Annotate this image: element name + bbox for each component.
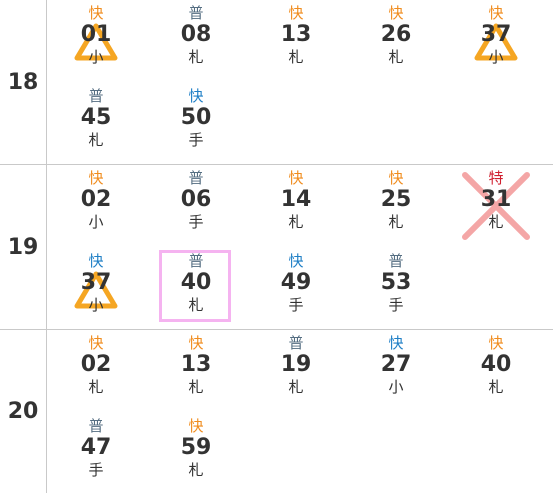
hour-label: 18 — [0, 0, 47, 164]
departure-minute: 31 — [480, 187, 512, 212]
train-cell[interactable]: 快 25 札 — [346, 165, 446, 247]
departure-minute: 01 — [80, 22, 112, 47]
train-type-label: 快 — [288, 169, 304, 187]
train-cell[interactable]: 快 49 手 — [246, 248, 346, 330]
departure-minute: 06 — [180, 187, 212, 212]
departure-minute: 13 — [180, 352, 212, 377]
destination-label: 札 — [388, 213, 404, 231]
train-type-label: 普 — [188, 169, 204, 187]
train-cell[interactable]: 普 53 手 — [346, 248, 446, 330]
train-cell[interactable]: 快 01 小 — [46, 0, 146, 82]
departure-minute: 08 — [180, 22, 212, 47]
destination-label: 札 — [488, 378, 504, 396]
train-cell[interactable]: 快 37 小 — [46, 248, 146, 330]
train-cell[interactable]: 普 19 札 — [246, 330, 346, 412]
train-type-label: 快 — [288, 252, 304, 270]
hour-label: 19 — [0, 165, 47, 329]
departure-minute: 45 — [80, 105, 112, 130]
train-type-label: 快 — [88, 169, 104, 187]
train-type-label: 特 — [488, 169, 504, 187]
train-type-label: 普 — [388, 252, 404, 270]
departure-minute: 53 — [380, 270, 412, 295]
train-type-label: 普 — [288, 334, 304, 352]
departure-minute: 27 — [380, 352, 412, 377]
destination-label: 札 — [288, 48, 304, 66]
destination-label: 小 — [388, 378, 404, 396]
train-cell[interactable]: 快 13 札 — [146, 330, 246, 412]
destination-label: 札 — [188, 378, 204, 396]
departure-minute: 02 — [80, 187, 112, 212]
departure-minute: 14 — [280, 187, 312, 212]
destination-label: 札 — [188, 48, 204, 66]
destination-label: 手 — [388, 296, 404, 314]
train-type-label: 普 — [188, 252, 204, 270]
train-cell[interactable]: 快 37 小 — [446, 0, 546, 82]
departure-minute: 13 — [280, 22, 312, 47]
departure-minute: 49 — [280, 270, 312, 295]
departure-minute: 02 — [80, 352, 112, 377]
train-type-label: 快 — [488, 4, 504, 22]
train-cell[interactable]: 特 31 札 — [446, 165, 546, 247]
hour-label: 20 — [0, 330, 47, 493]
destination-label: 札 — [288, 378, 304, 396]
train-type-label: 快 — [88, 4, 104, 22]
destination-label: 小 — [488, 48, 504, 66]
departure-minute: 59 — [180, 435, 212, 460]
departure-minute: 19 — [280, 352, 312, 377]
departure-minute: 47 — [80, 435, 112, 460]
train-cell[interactable]: 快 50 手 — [146, 83, 246, 165]
train-type-label: 快 — [188, 334, 204, 352]
departure-minute: 50 — [180, 105, 212, 130]
train-type-label: 快 — [388, 169, 404, 187]
destination-label: 札 — [88, 378, 104, 396]
train-cell[interactable]: 普 40 札 — [146, 248, 246, 330]
train-type-label: 普 — [88, 417, 104, 435]
train-cell[interactable]: 快 59 札 — [146, 413, 246, 495]
departure-minute: 37 — [480, 22, 512, 47]
train-cell[interactable]: 快 14 札 — [246, 165, 346, 247]
destination-label: 札 — [488, 213, 504, 231]
train-type-label: 快 — [388, 334, 404, 352]
departure-minute: 37 — [80, 270, 112, 295]
destination-label: 札 — [188, 461, 204, 479]
train-type-label: 普 — [88, 87, 104, 105]
train-type-label: 快 — [388, 4, 404, 22]
destination-label: 札 — [288, 213, 304, 231]
train-cell[interactable]: 快 40 札 — [446, 330, 546, 412]
departure-minute: 40 — [480, 352, 512, 377]
train-type-label: 快 — [188, 417, 204, 435]
destination-label: 小 — [88, 296, 104, 314]
departure-minute: 40 — [180, 270, 212, 295]
train-cell[interactable]: 普 08 札 — [146, 0, 246, 82]
destination-label: 手 — [188, 131, 204, 149]
train-type-label: 快 — [288, 4, 304, 22]
destination-label: 手 — [188, 213, 204, 231]
train-type-label: 快 — [188, 87, 204, 105]
train-cell[interactable]: 快 02 札 — [46, 330, 146, 412]
destination-label: 小 — [88, 213, 104, 231]
train-cell[interactable]: 普 06 手 — [146, 165, 246, 247]
train-type-label: 快 — [488, 334, 504, 352]
destination-label: 手 — [88, 461, 104, 479]
destination-label: 小 — [88, 48, 104, 66]
train-cell[interactable]: 快 26 札 — [346, 0, 446, 82]
train-type-label: 普 — [188, 4, 204, 22]
train-cell[interactable]: 快 13 札 — [246, 0, 346, 82]
departure-minute: 26 — [380, 22, 412, 47]
train-type-label: 快 — [88, 334, 104, 352]
destination-label: 手 — [288, 296, 304, 314]
train-type-label: 快 — [88, 252, 104, 270]
departure-minute: 25 — [380, 187, 412, 212]
train-cell[interactable]: 普 45 札 — [46, 83, 146, 165]
train-cell[interactable]: 快 02 小 — [46, 165, 146, 247]
train-cell[interactable]: 普 47 手 — [46, 413, 146, 495]
train-cell[interactable]: 快 27 小 — [346, 330, 446, 412]
destination-label: 札 — [188, 296, 204, 314]
destination-label: 札 — [88, 131, 104, 149]
destination-label: 札 — [388, 48, 404, 66]
